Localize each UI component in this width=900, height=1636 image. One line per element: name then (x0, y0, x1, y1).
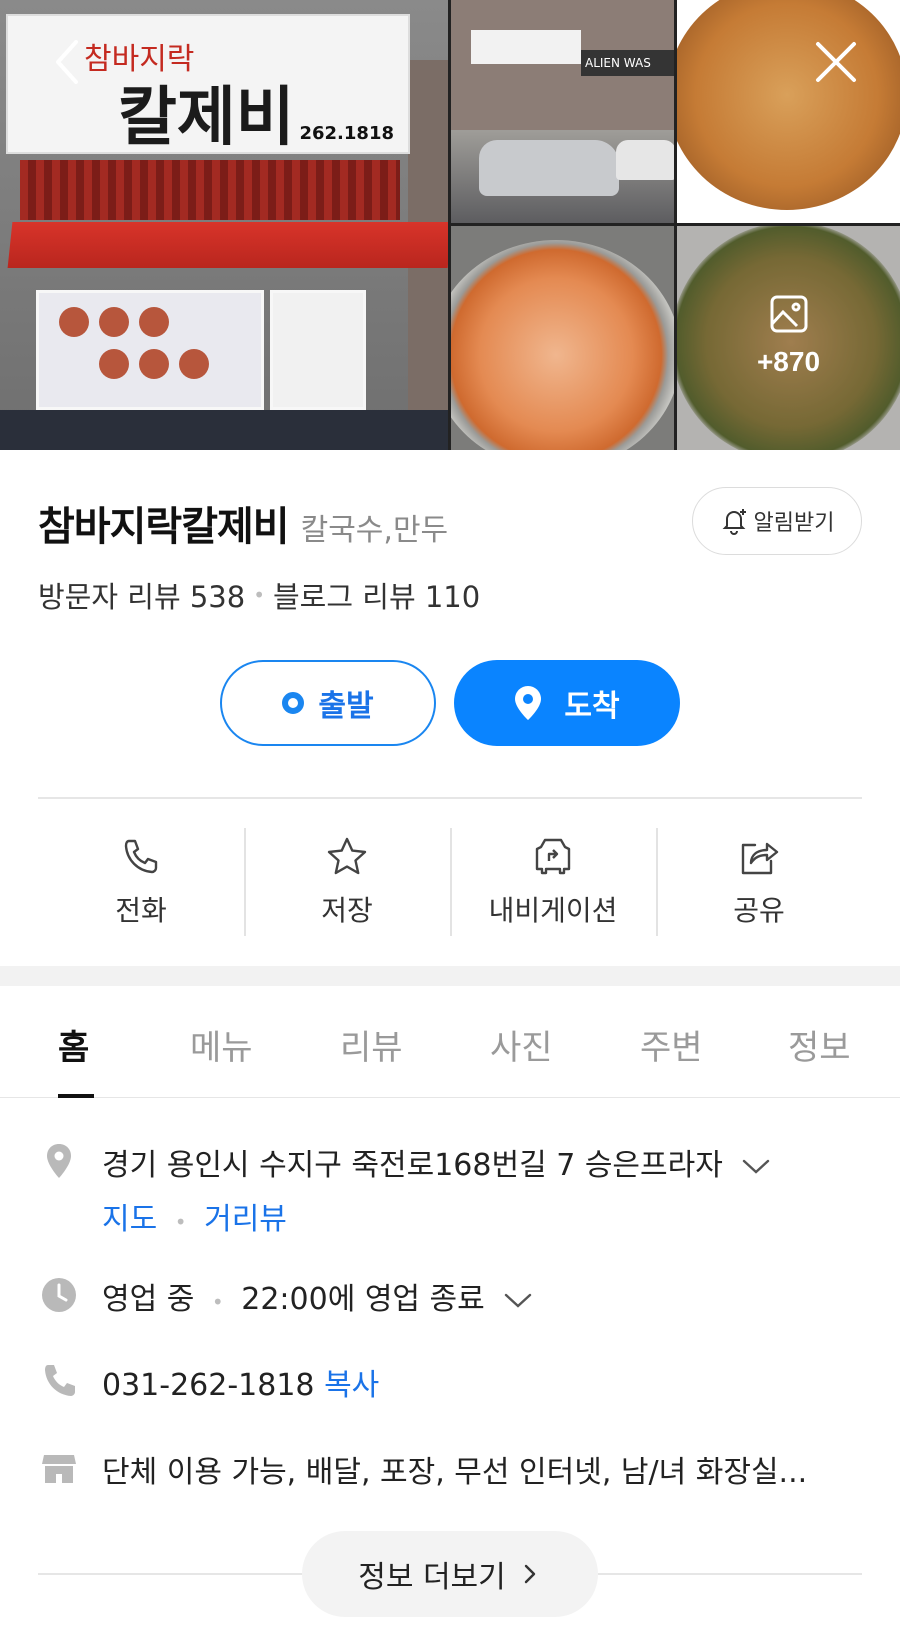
visitor-reviews-link[interactable]: 방문자 리뷰 538 (38, 574, 245, 616)
chevron-down-icon[interactable] (503, 1283, 533, 1318)
photo-gallery[interactable]: 참바지락 칼제비 262.1818 ALIEN WAS +870 (0, 0, 900, 450)
share-label: 공유 (733, 894, 785, 927)
close-icon (816, 42, 856, 82)
more-photos-tile[interactable]: +870 (677, 226, 900, 450)
noodle-soup-photo[interactable] (451, 226, 674, 450)
more-info-label: 정보 더보기 (358, 1560, 506, 1595)
parked-car-2 (616, 140, 674, 180)
chevron-right-icon (524, 1564, 535, 1584)
save-label: 저장 (321, 894, 373, 927)
depart-button[interactable]: 출발 (220, 660, 436, 746)
hours-row[interactable]: 영업 중 • 22:00에 영업 종료 (38, 1274, 868, 1324)
section-divider (0, 966, 900, 986)
star-icon (327, 837, 367, 875)
tab-menu[interactable]: 메뉴 (190, 1020, 253, 1069)
phone-number[interactable]: 031-262-1818 (102, 1368, 315, 1403)
menu-window (36, 290, 264, 410)
place-title-row: 참바지락칼제비 칼국수,만두 (38, 494, 448, 552)
chevron-down-icon[interactable] (741, 1149, 771, 1184)
place-category: 칼국수,만두 (300, 513, 449, 548)
facilities-row[interactable]: 단체 이용 가능, 배달, 포장, 무선 인터넷, 남/녀 화장실... (38, 1447, 868, 1497)
depart-label: 출발 (318, 689, 374, 724)
address-row: 경기 용인시 수지구 죽전로168번길 7 승은프라자 지도 • 거리뷰 (38, 1140, 868, 1240)
bell-plus-icon (722, 509, 746, 535)
more-info-button[interactable]: 정보 더보기 (302, 1531, 598, 1617)
tab-photos[interactable]: 사진 (490, 1020, 553, 1069)
tab-home[interactable]: 홈 (58, 1020, 89, 1069)
business-status: 영업 중 (102, 1282, 195, 1317)
red-shutter (20, 160, 400, 220)
street-store-sign (471, 30, 581, 64)
location-pin-icon (47, 1144, 71, 1178)
street-photo[interactable]: ALIEN WAS (451, 0, 674, 223)
arrive-button[interactable]: 도착 (454, 660, 680, 746)
menu-poster (270, 290, 366, 410)
clock-icon (42, 1278, 76, 1312)
blog-reviews-link[interactable]: 블로그 리뷰 110 (273, 574, 480, 616)
call-label: 전화 (115, 894, 167, 927)
store-sign-main-text: 칼제비 (118, 80, 295, 155)
review-summary: 방문자 리뷰 538 • 블로그 리뷰 110 (38, 574, 480, 616)
alarm-button-label: 알림받기 (753, 511, 835, 536)
place-name: 참바지락칼제비 (38, 504, 290, 550)
tab-bar: 홈 메뉴 리뷰 사진 주변 정보 (0, 986, 900, 1098)
tab-reviews[interactable]: 리뷰 (340, 1020, 403, 1069)
phone-icon (124, 839, 158, 874)
save-action[interactable]: 저장 (244, 826, 450, 938)
more-photos-count: +870 (756, 346, 821, 377)
address-line[interactable]: 경기 용인시 수지구 죽전로168번길 7 승은프라자 (102, 1140, 771, 1184)
store-sign-phone: 262.1818 (299, 123, 394, 144)
action-bar: 전화 저장 내비게이션 공유 (38, 826, 862, 938)
copy-phone-link[interactable]: 복사 (324, 1368, 379, 1403)
address-text: 경기 용인시 수지구 죽전로168번길 7 승은프라자 (102, 1148, 723, 1183)
storefront-base (0, 410, 448, 450)
close-button[interactable] (810, 36, 862, 88)
back-button[interactable] (44, 36, 96, 88)
share-icon (741, 842, 779, 875)
share-action[interactable]: 공유 (656, 826, 862, 938)
tab-nearby[interactable]: 주변 (640, 1020, 703, 1069)
separator-dot: • (253, 583, 265, 607)
navigation-label: 내비게이션 (488, 894, 618, 927)
more-photos-overlay: +870 (677, 292, 900, 378)
separator-dot: • (174, 1210, 187, 1234)
divider (598, 1573, 862, 1575)
tab-info[interactable]: 정보 (788, 1020, 851, 1069)
divider (38, 1573, 302, 1575)
call-action[interactable]: 전화 (38, 826, 244, 938)
active-tab-indicator (58, 1094, 94, 1098)
soup-pot (451, 240, 674, 450)
origin-dot-icon (282, 692, 305, 714)
red-awning (7, 222, 448, 268)
arrive-label: 도착 (564, 689, 620, 724)
image-icon (767, 292, 811, 340)
navigation-action[interactable]: 내비게이션 (450, 826, 656, 938)
location-pin-icon (515, 686, 542, 720)
phone-row: 031-262-1818 복사 (38, 1360, 868, 1410)
alarm-button[interactable]: 알림받기 (692, 487, 862, 555)
business-hours: 22:00에 영업 종료 (241, 1282, 485, 1317)
pancake-plate (677, 0, 900, 210)
facilities-text: 단체 이용 가능, 배달, 포장, 무선 인터넷, 남/녀 화장실... (102, 1455, 808, 1490)
street-neighbor-sign: ALIEN WAS (581, 50, 674, 76)
navigation-car-icon (535, 838, 571, 875)
chevron-left-icon (56, 40, 78, 84)
roadview-link[interactable]: 거리뷰 (204, 1202, 287, 1237)
phone-icon (45, 1365, 75, 1396)
parked-car (479, 140, 619, 196)
store-icon (42, 1455, 76, 1483)
separator-dot: • (211, 1290, 224, 1314)
map-link[interactable]: 지도 (102, 1202, 157, 1237)
divider (38, 797, 862, 799)
pancake-photo[interactable] (677, 0, 900, 223)
